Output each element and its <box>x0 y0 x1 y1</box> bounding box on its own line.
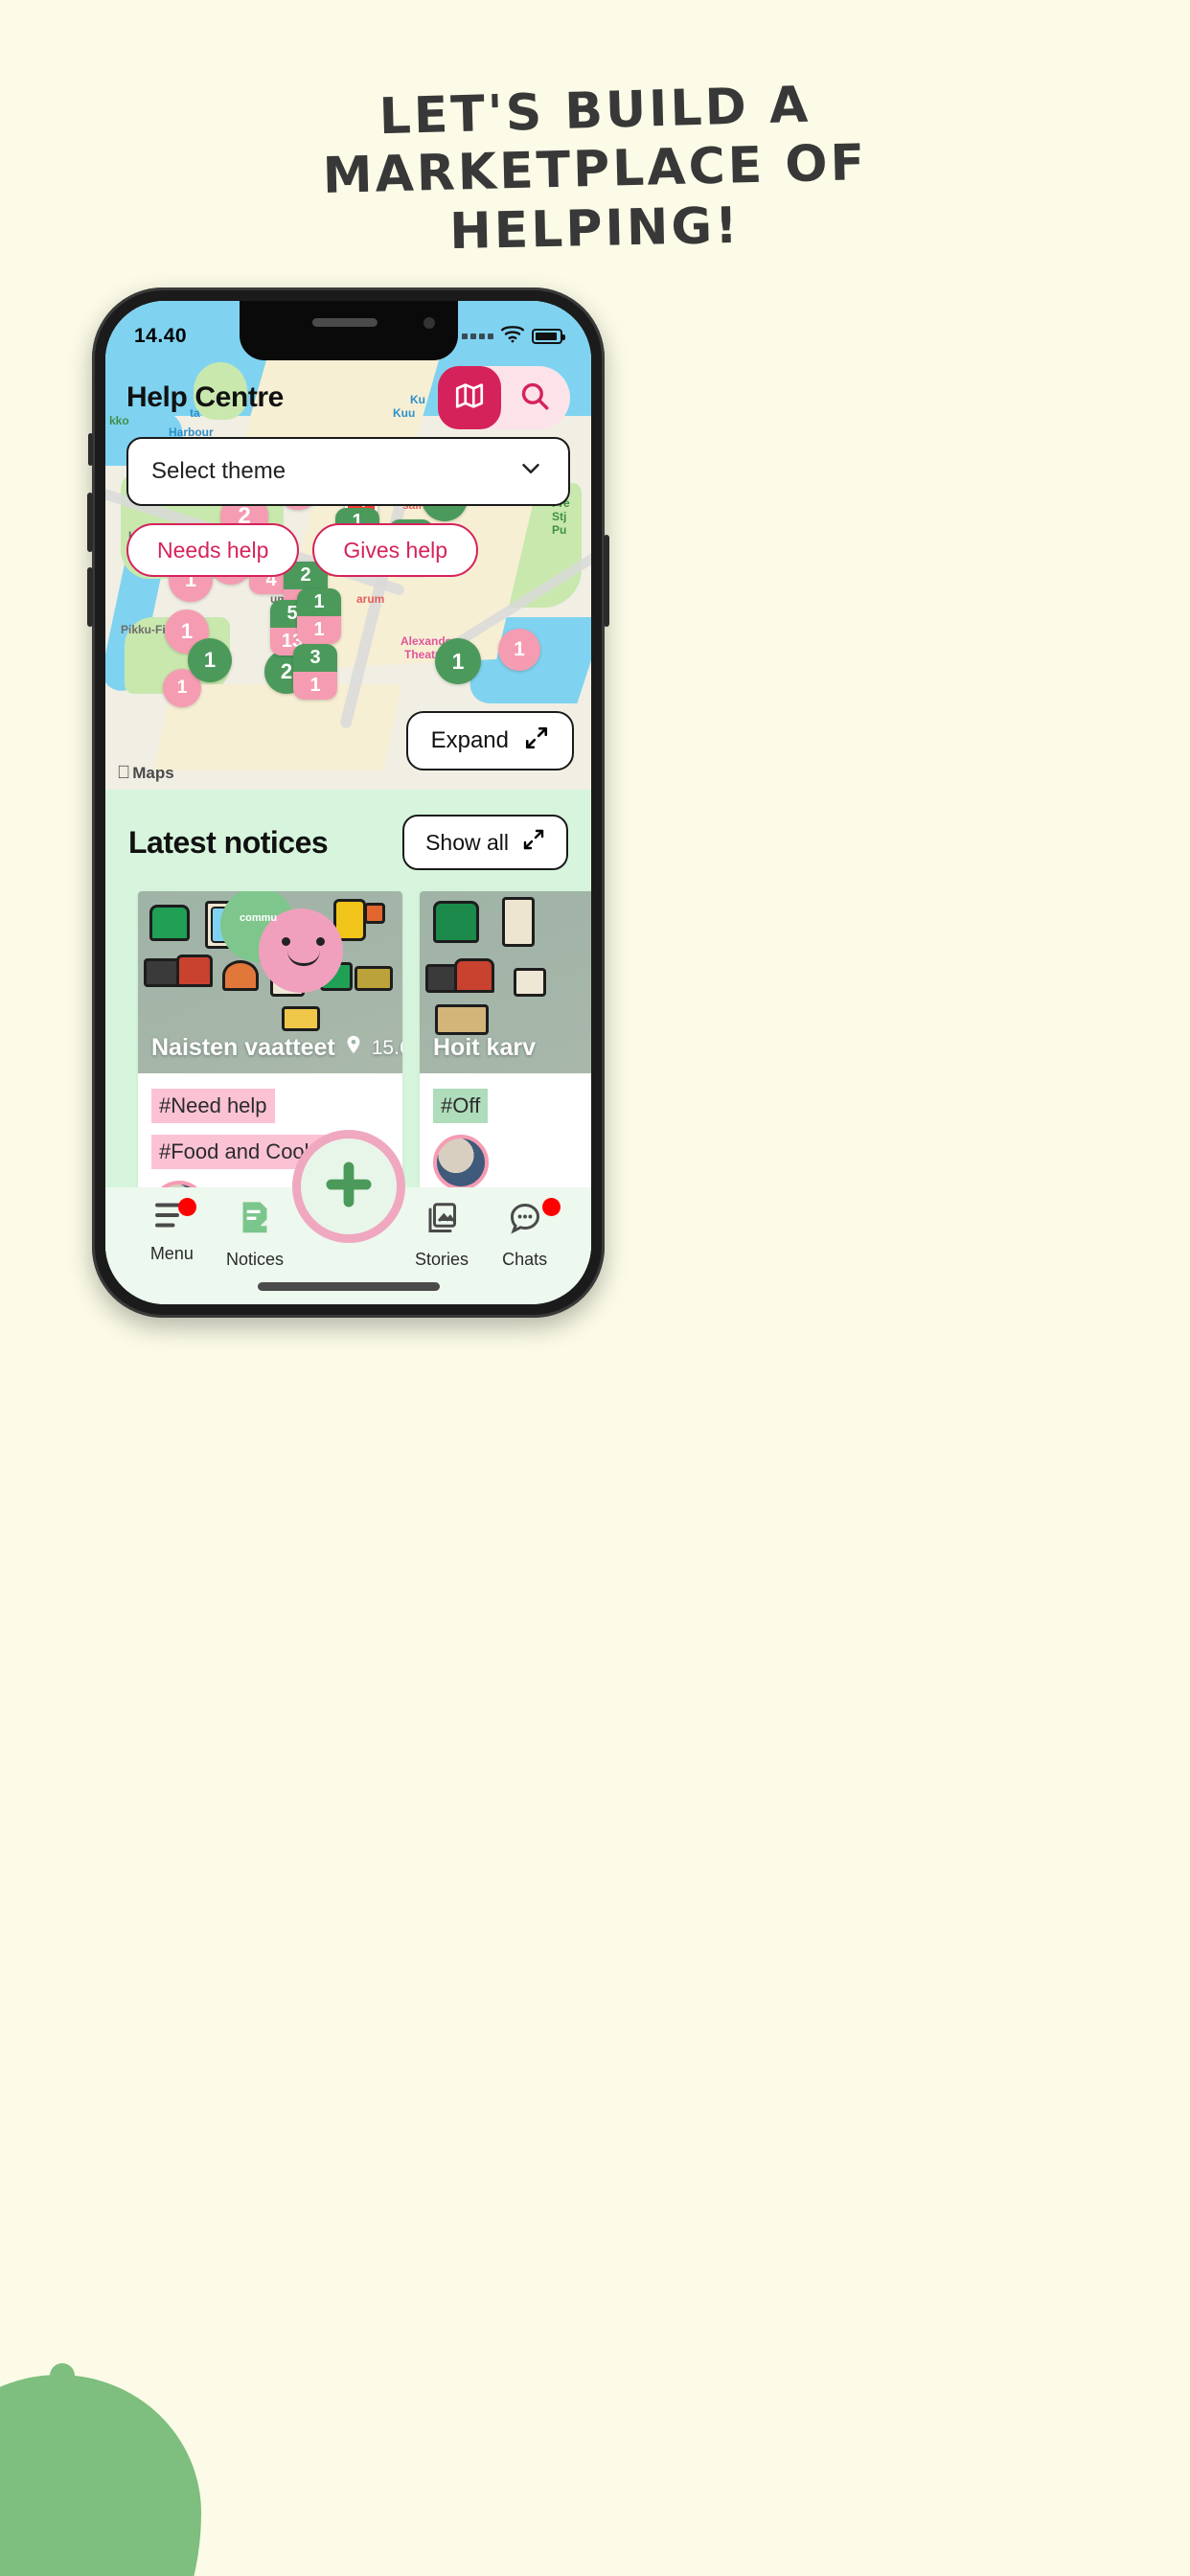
search-icon <box>518 380 551 417</box>
map-toggle-button[interactable] <box>438 366 501 429</box>
notice-card-body: #Off <box>420 1073 591 1204</box>
image-stack-icon <box>424 1201 459 1240</box>
theme-select[interactable]: Select theme <box>126 437 570 506</box>
home-indicator[interactable] <box>257 1282 440 1291</box>
map-split-marker-top: 1 <box>297 588 341 616</box>
nav-label-notices: Notices <box>225 1250 285 1269</box>
map-split-marker-bottom: 1 <box>293 671 337 700</box>
notice-tag[interactable]: #Need help <box>151 1089 275 1123</box>
expand-label: Expand <box>430 727 509 753</box>
filter-pills: Needs help Gives help <box>126 523 591 577</box>
map-split-marker[interactable]: 31 <box>293 644 337 700</box>
status-bar-indicators <box>462 312 565 349</box>
battery-icon <box>532 329 565 344</box>
volume-down-button[interactable] <box>87 567 93 627</box>
app-header: Help Centre <box>105 364 591 431</box>
wifi-icon <box>500 324 525 349</box>
nav-item-stories[interactable]: Stories <box>400 1201 484 1270</box>
notice-card-title-row: Hoit karv <box>433 1034 591 1062</box>
silent-switch[interactable] <box>88 433 93 466</box>
header-actions <box>438 366 570 429</box>
location-pin-icon <box>343 1034 364 1062</box>
apple-logo-icon:  <box>117 763 130 784</box>
volume-up-button[interactable] <box>87 493 93 552</box>
theme-select-value: Select theme <box>151 458 286 484</box>
phone-mockup: kkotaHarbourKuKuuKAISANStockmannKirurgin… <box>87 288 609 1318</box>
notice-card-image: Hoit karv <box>420 891 591 1073</box>
expand-diagonal-icon <box>524 725 549 757</box>
nav-label-stories: Stories <box>414 1250 469 1269</box>
power-button[interactable] <box>604 535 609 627</box>
expand-diagonal-icon <box>522 828 545 857</box>
map-attribution-label: Maps <box>119 764 173 783</box>
front-camera <box>423 317 435 329</box>
status-bar-time: 14.40 <box>134 325 188 347</box>
filter-gives-help[interactable]: Gives help <box>312 523 479 577</box>
earpiece-speaker <box>311 318 378 327</box>
avatar[interactable] <box>433 1135 489 1190</box>
map-cluster-marker[interactable]: 1 <box>498 629 540 671</box>
nav-badge-menu <box>177 1198 196 1216</box>
map-cluster-marker[interactable]: 1 <box>188 638 232 682</box>
plus-icon <box>319 1155 378 1219</box>
notice-card-title: Hoit karv <box>433 1034 536 1061</box>
notice-card-image: commu Naisten vaatteet 15.6 km <box>138 891 402 1073</box>
filter-needs-help-label: Needs help <box>157 537 269 563</box>
nav-badge-chats <box>542 1198 561 1216</box>
add-notice-fab[interactable] <box>291 1130 405 1243</box>
map-split-marker-bottom: 1 <box>297 615 341 644</box>
search-button[interactable] <box>518 380 551 417</box>
notice-card-title-row: Naisten vaatteet 15.6 km <box>151 1034 402 1062</box>
map-split-marker[interactable]: 11 <box>297 588 341 644</box>
decorative-dot <box>50 2363 75 2388</box>
signal-dots-icon <box>462 334 493 339</box>
nav-item-chats[interactable]: Chats <box>483 1198 566 1270</box>
show-all-label: Show all <box>425 829 509 855</box>
decorative-blob <box>0 2375 201 2576</box>
phone-notch <box>239 301 458 360</box>
map-attribution:  Maps <box>117 763 174 784</box>
header-title: Help Centre <box>126 381 284 413</box>
notice-card-distance: 15.6 km <box>371 1036 402 1059</box>
filter-gives-help-label: Gives help <box>343 537 448 563</box>
map-icon <box>453 380 486 417</box>
chat-bubble-icon <box>507 1201 543 1240</box>
phone-screen: kkotaHarbourKuKuuKAISANStockmannKirurgin… <box>105 301 591 1304</box>
nav-item-notices[interactable]: Notices <box>214 1201 297 1270</box>
map-cluster-marker[interactable]: 1 <box>435 638 481 684</box>
nav-item-menu[interactable]: Menu <box>130 1198 214 1264</box>
notices-header: Latest notices Show all <box>105 790 591 870</box>
filter-needs-help[interactable]: Needs help <box>126 523 300 577</box>
show-all-button[interactable]: Show all <box>402 815 568 870</box>
map-label: arum <box>356 592 385 606</box>
page-title: LET'S BUILD A MARKETPLACE OF HELPING! <box>0 77 1190 261</box>
nav-label-chats: Chats <box>502 1250 548 1269</box>
notice-tag[interactable]: #Off <box>433 1089 489 1123</box>
document-icon <box>239 1201 271 1240</box>
map-label: Stj <box>552 510 567 523</box>
expand-map-button[interactable]: Expand <box>405 711 574 770</box>
nav-label-menu: Menu <box>149 1244 194 1263</box>
notice-card-title: Naisten vaatteet <box>151 1034 335 1061</box>
map-split-marker-top: 3 <box>293 644 337 672</box>
notices-title: Latest notices <box>128 824 329 860</box>
chevron-down-icon <box>516 454 545 490</box>
